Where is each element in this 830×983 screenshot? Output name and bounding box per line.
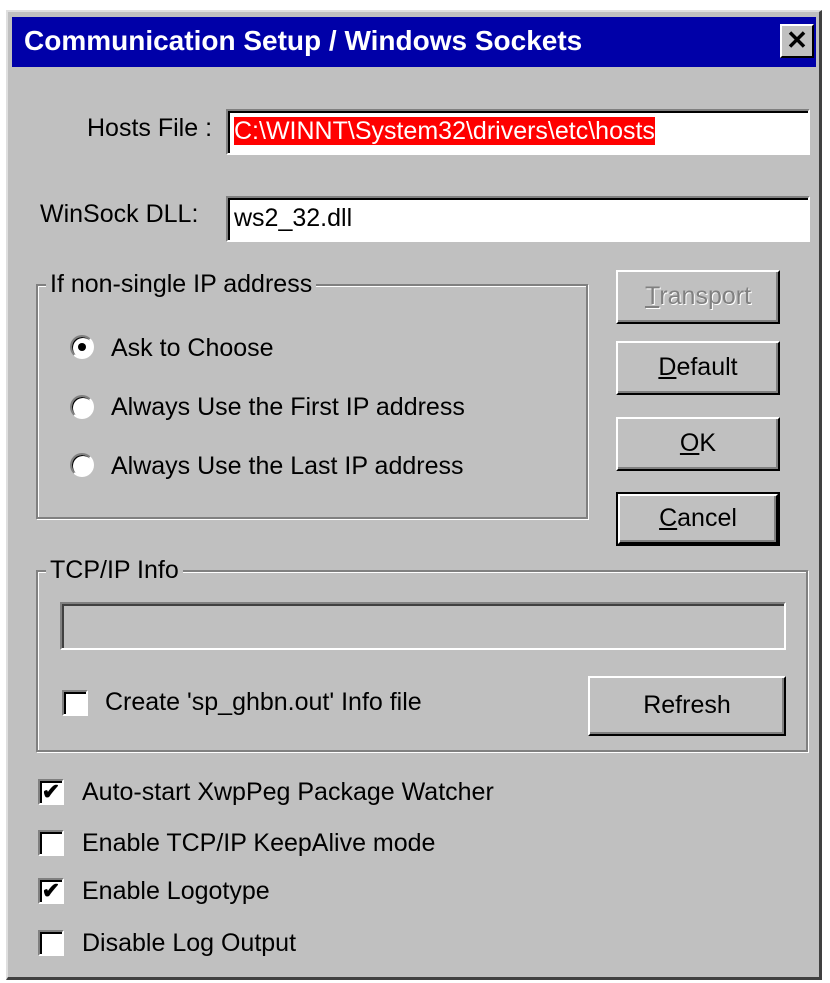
cancel-label: ancel	[677, 504, 737, 532]
close-icon: ✕	[786, 25, 808, 55]
winsock-dll-value: ws2_32.dll	[234, 204, 353, 232]
enable-logotype-checkbox[interactable]: ✔	[38, 878, 64, 904]
default-accelerator: D	[658, 353, 677, 381]
use-last-ip-radio[interactable]	[70, 453, 94, 477]
ok-label: K	[699, 429, 717, 457]
disable-log-output-label[interactable]: Disable Log Output	[82, 929, 296, 958]
auto-start-watcher-checkbox[interactable]: ✔	[38, 779, 64, 805]
winsock-dll-input[interactable]: ws2_32.dll	[226, 196, 810, 242]
window-title: Communication Setup / Windows Sockets	[24, 25, 583, 56]
cancel-button[interactable]: Cancel	[616, 492, 780, 546]
refresh-button[interactable]: Refresh	[588, 676, 786, 736]
create-info-file-checkbox[interactable]	[62, 690, 88, 716]
check-icon: ✔	[41, 878, 61, 903]
create-info-file-label[interactable]: Create 'sp_ghbn.out' Info file	[105, 688, 422, 717]
default-label: efault	[676, 353, 738, 381]
default-button[interactable]: Default	[616, 341, 780, 395]
keepalive-checkbox[interactable]	[38, 830, 64, 856]
close-button[interactable]: ✕	[780, 24, 814, 58]
communication-setup-dialog: Communication Setup / Windows Sockets ✕ …	[6, 10, 822, 980]
ask-to-choose-label[interactable]: Ask to Choose	[111, 334, 274, 363]
use-first-ip-radio[interactable]	[70, 395, 94, 419]
hosts-file-value: C:\WINNT\System32\drivers\etc\hosts	[234, 117, 655, 145]
use-last-ip-label[interactable]: Always Use the Last IP address	[111, 452, 464, 481]
title-bar[interactable]: Communication Setup / Windows Sockets ✕	[12, 17, 816, 67]
ok-button[interactable]: OK	[616, 417, 780, 471]
winsock-dll-label: WinSock DLL:	[40, 200, 199, 228]
keepalive-label[interactable]: Enable TCP/IP KeepAlive mode	[82, 829, 435, 858]
ok-accelerator: O	[679, 429, 700, 457]
ip-address-group-title: If non-single IP address	[46, 270, 317, 299]
ask-to-choose-radio[interactable]	[70, 335, 94, 359]
hosts-file-input[interactable]: C:\WINNT\System32\drivers\etc\hosts	[226, 109, 810, 155]
refresh-label: Refresh	[643, 691, 731, 719]
transport-button: Transport	[616, 270, 780, 324]
tcpip-info-field	[60, 602, 786, 650]
enable-logotype-label[interactable]: Enable Logotype	[82, 877, 270, 906]
auto-start-watcher-label[interactable]: Auto-start XwpPeg Package Watcher	[82, 778, 494, 807]
tcpip-info-group-title: TCP/IP Info	[46, 556, 183, 585]
cancel-accelerator: C	[659, 504, 678, 532]
check-icon: ✔	[41, 779, 61, 804]
transport-accelerator: T	[644, 282, 660, 310]
use-first-ip-label[interactable]: Always Use the First IP address	[111, 393, 465, 422]
hosts-file-label: Hosts File :	[87, 114, 213, 142]
transport-label: ransport	[659, 282, 752, 310]
disable-log-output-checkbox[interactable]	[38, 930, 64, 956]
